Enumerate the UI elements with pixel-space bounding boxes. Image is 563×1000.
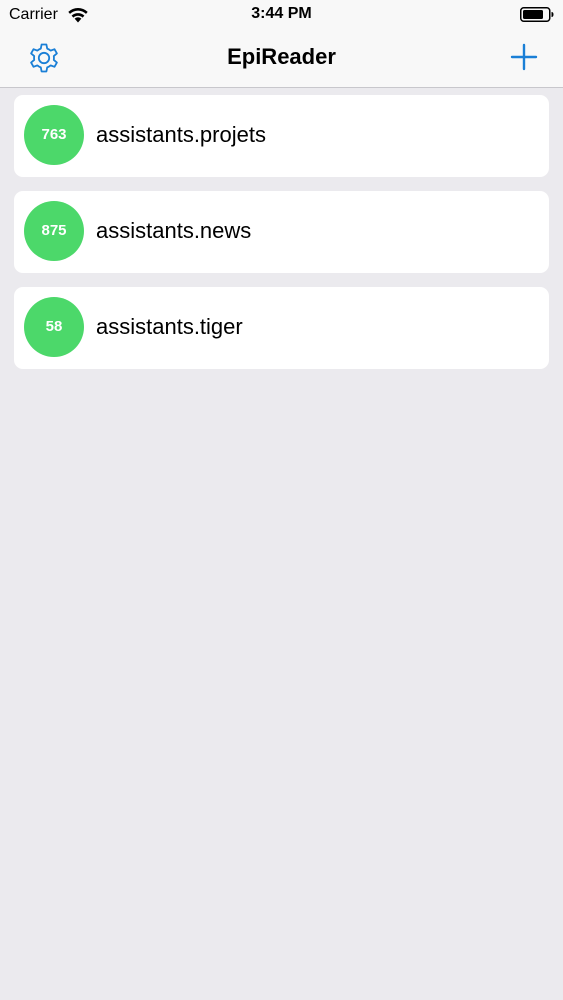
feed-name: assistants.projets — [96, 122, 266, 147]
battery-icon — [520, 7, 554, 22]
feed-card-assistants-tiger[interactable]: 58 assistants.tiger — [14, 287, 549, 369]
feed-name: assistants.news — [96, 218, 252, 243]
unread-count-badge: 875 — [24, 201, 84, 261]
page-title: EpiReader — [227, 44, 336, 69]
feed-card-assistants-news[interactable]: 875 assistants.news — [14, 191, 549, 273]
feed-list: 763 assistants.projets 875 assistants.ne… — [14, 95, 549, 383]
feed-card-assistants-projets[interactable]: 763 assistants.projets — [14, 95, 549, 177]
plus-icon[interactable] — [509, 42, 539, 72]
clock-time: 3:44 PM — [251, 5, 312, 22]
status-bar: Carrier 3:44 PM — [0, 0, 563, 30]
feed-name: assistants.tiger — [96, 314, 243, 339]
unread-count-badge: 58 — [24, 297, 84, 357]
unread-count-badge: 763 — [24, 105, 84, 165]
navigation-bar: EpiReader — [0, 30, 563, 88]
